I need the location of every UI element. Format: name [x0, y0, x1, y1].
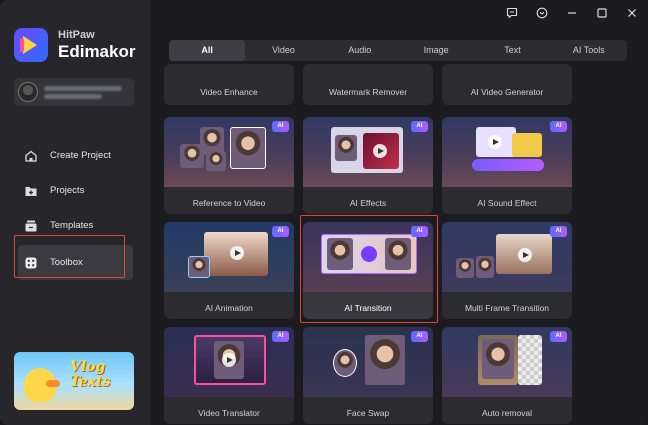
- tool-label: Watermark Remover: [328, 87, 408, 97]
- sidebar-item-create-project[interactable]: Create Project: [18, 138, 133, 173]
- tool-label: AI Animation: [205, 303, 253, 313]
- tool-label: Reference to Video: [192, 198, 266, 208]
- tool-card-ai-effects[interactable]: AI AI Effects: [303, 117, 433, 214]
- chat-icon: [506, 7, 518, 19]
- tool-card-video-enhance[interactable]: Video Enhance: [164, 64, 294, 105]
- tool-label: Multi Frame Transition: [464, 303, 550, 313]
- tool-card-auto-removal[interactable]: AI Auto removal: [442, 327, 572, 424]
- ai-badge: AI: [411, 331, 428, 342]
- tab-image[interactable]: Image: [398, 40, 474, 61]
- tool-label: Auto removal: [481, 408, 533, 418]
- ai-badge: AI: [272, 331, 289, 342]
- tool-card-ai-sound-effect[interactable]: AI AI Sound Effect: [442, 117, 572, 214]
- promo-banner[interactable]: Vlog Texts: [14, 352, 134, 410]
- account-info-redacted: [44, 83, 122, 102]
- brand-product: Edimakor: [58, 41, 136, 61]
- tool-label: Video Enhance: [200, 87, 258, 97]
- tool-label: AI Sound Effect: [477, 198, 537, 208]
- menu-button[interactable]: [534, 5, 550, 21]
- duck-mascot-icon: [24, 368, 60, 402]
- ai-badge: AI: [411, 121, 428, 132]
- ai-badge: AI: [550, 331, 567, 342]
- category-tabs: All Video Audio Image Text AI Tools: [169, 40, 627, 61]
- templates-icon: [24, 219, 38, 233]
- sidebar-item-label: Templates: [50, 220, 94, 231]
- minimize-icon: [568, 12, 576, 14]
- close-icon: [628, 9, 636, 17]
- app-window: HitPaw Edimakor Create Project Projects …: [0, 0, 648, 425]
- tool-label: Video Translator: [198, 408, 260, 418]
- close-button[interactable]: [624, 5, 640, 21]
- tool-label: Face Swap: [346, 408, 390, 418]
- edimakor-logo-icon: [14, 28, 48, 62]
- tab-text[interactable]: Text: [474, 40, 550, 61]
- tab-audio[interactable]: Audio: [322, 40, 398, 61]
- sidebar-item-label: Create Project: [50, 150, 111, 161]
- tool-card-watermark-remover[interactable]: Watermark Remover: [303, 64, 433, 105]
- tab-ai-tools[interactable]: AI Tools: [551, 40, 627, 61]
- tool-card-face-swap[interactable]: AI Face Swap: [303, 327, 433, 424]
- ai-badge: AI: [272, 121, 289, 132]
- tool-label: AI Video Generator: [470, 87, 544, 97]
- menu-circle-icon: [536, 7, 548, 19]
- sidebar-item-projects[interactable]: Projects: [18, 173, 133, 208]
- maximize-icon: [597, 8, 607, 18]
- avatar: [18, 82, 38, 102]
- ai-badge: AI: [550, 121, 567, 132]
- window-controls: [504, 5, 640, 21]
- brand: HitPaw Edimakor: [14, 28, 135, 62]
- ai-badge: AI: [550, 226, 567, 237]
- tool-card-multi-frame-transition[interactable]: AI Multi Frame Transition: [442, 222, 572, 319]
- home-icon: [24, 149, 38, 163]
- sidebar: HitPaw Edimakor Create Project Projects …: [0, 0, 150, 425]
- ai-badge: AI: [272, 226, 289, 237]
- selected-tool-outline: [300, 215, 438, 323]
- feedback-button[interactable]: [504, 5, 520, 21]
- tool-card-ai-video-generator[interactable]: AI Video Generator: [442, 64, 572, 105]
- toolbox-highlight-outline: [14, 235, 125, 278]
- brand-name: HitPaw: [58, 28, 95, 41]
- maximize-button[interactable]: [594, 5, 610, 21]
- banner-text: Vlog Texts: [70, 359, 111, 390]
- tool-card-ai-animation[interactable]: AI AI Animation: [164, 222, 294, 319]
- tool-label: AI Effects: [349, 198, 387, 208]
- account-button[interactable]: [14, 78, 134, 106]
- tab-all[interactable]: All: [169, 40, 246, 61]
- tab-video[interactable]: Video: [245, 40, 321, 61]
- minimize-button[interactable]: [564, 5, 580, 21]
- sidebar-item-label: Projects: [50, 185, 85, 196]
- tool-card-reference-to-video[interactable]: AI Reference to Video: [164, 117, 294, 214]
- folder-plus-icon: [24, 184, 38, 198]
- tool-card-video-translator[interactable]: AI Video Translator: [164, 327, 294, 424]
